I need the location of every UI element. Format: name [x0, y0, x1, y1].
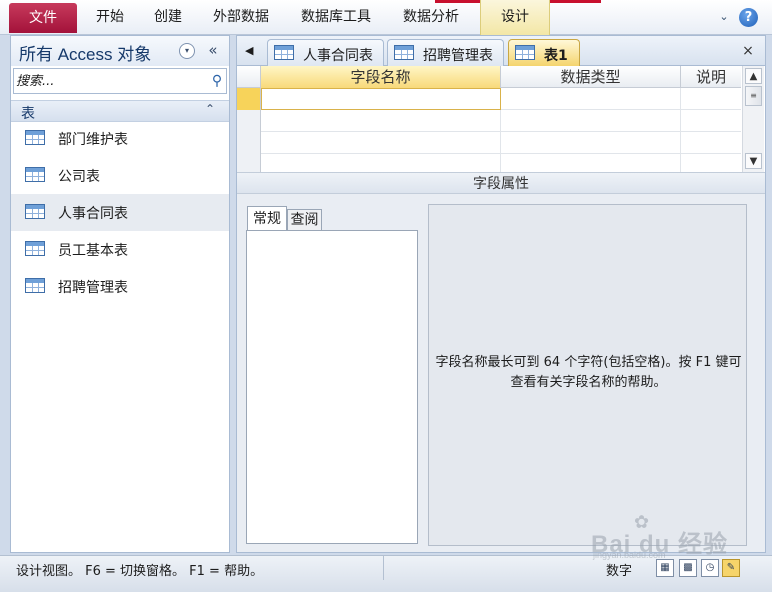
- table-icon: [274, 45, 294, 60]
- data-type-cell[interactable]: [501, 88, 681, 110]
- search-input[interactable]: [16, 71, 204, 91]
- ribbon-tab-external-data[interactable]: 外部数据: [205, 0, 277, 35]
- row-selector[interactable]: [237, 132, 261, 154]
- nav-pane-header: 所有 Access 对象 ▾ «: [11, 36, 229, 66]
- property-sheet[interactable]: [246, 230, 418, 544]
- ribbon-tab-home[interactable]: 开始: [88, 0, 132, 35]
- table-icon: [25, 278, 45, 293]
- doc-tab-table1[interactable]: 表1: [508, 39, 580, 67]
- ribbon-tab-create[interactable]: 创建: [146, 0, 190, 35]
- scrollbar-thumb[interactable]: ≡: [745, 86, 762, 106]
- doc-tab-label: 招聘管理表: [423, 48, 493, 64]
- description-cell[interactable]: [681, 110, 741, 132]
- nav-pane-title[interactable]: 所有 Access 对象: [19, 40, 151, 65]
- field-design-grid: 字段名称 数据类型 说明: [237, 66, 741, 172]
- doc-tab-contract[interactable]: 人事合同表: [267, 39, 384, 66]
- nav-group-tables[interactable]: 表 ⌃: [11, 100, 229, 122]
- grid-vertical-scrollbar[interactable]: ▲ ≡ ▼: [742, 66, 764, 172]
- table-row: [237, 110, 741, 132]
- close-icon[interactable]: ×: [739, 41, 757, 61]
- design-view-icon[interactable]: ✎: [722, 559, 740, 577]
- status-divider: [383, 556, 384, 580]
- doc-tab-label: 表1: [544, 48, 568, 64]
- chevron-down-icon[interactable]: ⌄: [716, 9, 732, 25]
- doc-tab-recruit[interactable]: 招聘管理表: [387, 39, 504, 66]
- num-lock-indicator: 数字: [606, 564, 633, 579]
- status-text: 设计视图。 F6 = 切换窗格。 F1 = 帮助。: [16, 564, 264, 579]
- row-selector[interactable]: [237, 110, 261, 132]
- nav-item-label: 招聘管理表: [58, 280, 128, 296]
- description-cell[interactable]: [681, 154, 741, 172]
- table-icon: [394, 45, 414, 60]
- nav-item-company-table[interactable]: 公司表: [11, 157, 229, 194]
- field-properties-pane: 常规 查阅 字段名称最长可到 64 个字符(包括空格)。按 F1 键可查看有关字…: [237, 194, 765, 552]
- scroll-left-icon[interactable]: ◀: [245, 42, 257, 60]
- nav-search-box: ⚲: [13, 68, 227, 94]
- nav-item-label: 人事合同表: [58, 206, 128, 222]
- table-icon: [25, 167, 45, 182]
- ribbon-tab-bar: 文件 开始 创建 外部数据 数据库工具 数据分析 设计 ⌄ ?: [0, 0, 772, 35]
- field-properties-title: 字段属性: [237, 172, 765, 194]
- help-icon[interactable]: ?: [739, 8, 758, 27]
- doc-tab-label: 人事合同表: [303, 48, 373, 64]
- scroll-up-icon[interactable]: ▲: [745, 68, 762, 84]
- pivot-chart-view-icon[interactable]: ◷: [701, 559, 719, 577]
- nav-item-dept-table[interactable]: 部门维护表: [11, 120, 229, 157]
- column-header-field-name[interactable]: 字段名称: [261, 66, 501, 88]
- nav-item-label: 公司表: [58, 169, 100, 185]
- table-row: [237, 154, 741, 172]
- tab-lookup[interactable]: 查阅: [287, 209, 322, 230]
- ribbon-tab-database-tools[interactable]: 数据库工具: [292, 0, 380, 35]
- ribbon-tab-design[interactable]: 设计: [480, 0, 550, 35]
- baidu-watermark: ✿ Bai du 经验 jingyan.baidu.com: [591, 512, 741, 560]
- row-selector[interactable]: [237, 88, 261, 110]
- nav-item-label: 部门维护表: [58, 132, 128, 148]
- watermark-subtext: jingyan.baidu.com: [593, 550, 666, 560]
- collapse-pane-icon[interactable]: «: [204, 40, 222, 60]
- nav-item-contract-table[interactable]: 人事合同表: [11, 194, 229, 231]
- document-area: ◀ 人事合同表 招聘管理表 表1 × 字段名称 数据类型 说明 ▲ ≡ ▼ 字段…: [236, 35, 766, 553]
- column-header-data-type[interactable]: 数据类型: [501, 66, 681, 88]
- table-row: [237, 132, 741, 154]
- table-icon: [25, 241, 45, 256]
- field-name-cell[interactable]: [261, 132, 501, 154]
- data-type-cell[interactable]: [501, 110, 681, 132]
- document-tab-bar: ◀ 人事合同表 招聘管理表 表1 ×: [237, 36, 765, 67]
- row-selector[interactable]: [237, 154, 261, 172]
- table-icon: [25, 130, 45, 145]
- pivot-table-view-icon[interactable]: ▩: [679, 559, 697, 577]
- table-row: [237, 88, 741, 110]
- field-name-cell[interactable]: [261, 154, 501, 172]
- nav-item-recruit-table[interactable]: 招聘管理表: [11, 268, 229, 305]
- property-help-box: 字段名称最长可到 64 个字符(包括空格)。按 F1 键可查看有关字段名称的帮助…: [428, 204, 747, 546]
- data-type-cell[interactable]: [501, 132, 681, 154]
- description-cell[interactable]: [681, 88, 741, 110]
- search-icon[interactable]: ⚲: [208, 71, 226, 91]
- grid-header-row: 字段名称 数据类型 说明: [237, 66, 741, 88]
- data-type-cell[interactable]: [501, 154, 681, 172]
- nav-item-label: 员工基本表: [58, 243, 128, 259]
- field-name-cell[interactable]: [261, 88, 501, 110]
- field-name-cell[interactable]: [261, 110, 501, 132]
- column-header-description[interactable]: 说明: [681, 66, 741, 88]
- table-icon: [515, 45, 535, 60]
- property-help-text: 字段名称最长可到 64 个字符(包括空格)。按 F1 键可查看有关字段名称的帮助…: [435, 355, 742, 390]
- navigation-pane: 所有 Access 对象 ▾ « ⚲ 表 ⌃ 部门维护表 公司表 人事合同表 员…: [10, 35, 230, 553]
- datasheet-view-icon[interactable]: ▦: [656, 559, 674, 577]
- nav-dropdown-icon[interactable]: ▾: [179, 43, 195, 59]
- scroll-down-icon[interactable]: ▼: [745, 153, 762, 169]
- tab-general[interactable]: 常规: [247, 206, 287, 230]
- chevron-up-icon[interactable]: ⌃: [201, 102, 219, 116]
- select-all-corner[interactable]: [237, 66, 261, 88]
- table-icon: [25, 204, 45, 219]
- description-cell[interactable]: [681, 132, 741, 154]
- nav-item-list: 部门维护表 公司表 人事合同表 员工基本表 招聘管理表: [11, 120, 229, 305]
- nav-item-employee-table[interactable]: 员工基本表: [11, 231, 229, 268]
- status-bar: 设计视图。 F6 = 切换窗格。 F1 = 帮助。 数字 ▦ ▩ ◷ ✎: [0, 555, 772, 592]
- ribbon-tab-file[interactable]: 文件: [9, 3, 77, 33]
- ribbon-tab-data-analysis[interactable]: 数据分析: [395, 0, 467, 35]
